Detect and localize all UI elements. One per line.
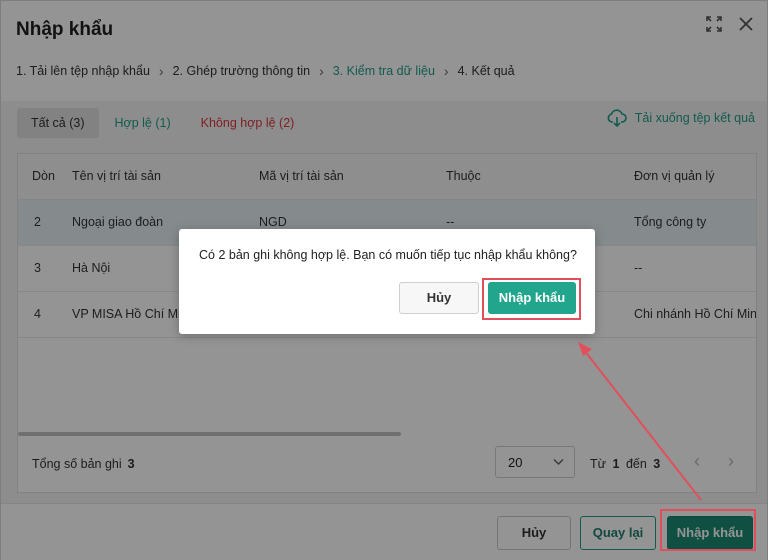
import-button-highlight (660, 509, 756, 551)
confirm-cancel-button[interactable]: Hủy (399, 282, 479, 314)
confirm-import-highlight (482, 278, 581, 320)
confirm-message: Có 2 bản ghi không hợp lệ. Bạn có muốn t… (199, 248, 577, 262)
